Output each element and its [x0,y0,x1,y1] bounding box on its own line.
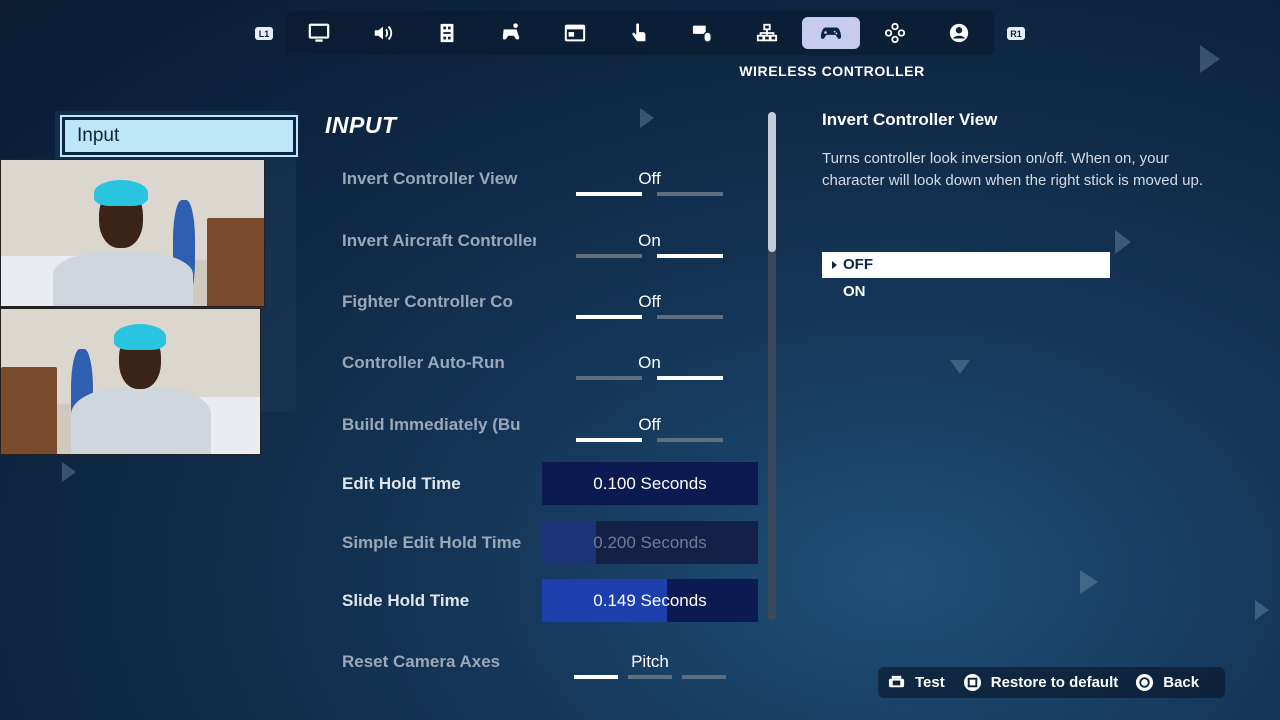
scrollbar-thumb[interactable] [768,112,776,252]
tab-hierarchy[interactable] [738,17,796,49]
setting-label: Controller Auto-Run [342,353,505,372]
background-shape [950,360,970,374]
tab-accessibility[interactable] [418,17,476,49]
tab-video[interactable] [290,17,348,49]
back-button[interactable]: Back [1135,673,1199,692]
background-shape [62,462,76,482]
option-on[interactable]: ON [822,279,1110,305]
circle-button-icon [1135,673,1154,692]
touch-icon [632,23,646,42]
r1-bumper-hint[interactable]: R1 [1007,27,1025,40]
multi-option-segment [574,675,618,679]
controller-touch-icon [502,23,520,40]
toggle-on-segment [657,254,723,258]
toggle-value[interactable]: Off [576,292,723,312]
background-shape [1200,45,1220,73]
multi-option-segment [682,675,726,679]
toggle-off-segment [576,438,642,442]
slider-value: 0.100 Seconds [593,473,707,493]
restore-default-button[interactable]: Restore to default [963,673,1119,692]
keyboard-mouse-icon [692,25,712,43]
back-label: Back [1163,674,1200,691]
dpad-icon [884,22,906,44]
tab-touch[interactable] [610,17,668,49]
accessibility-icon [440,23,454,43]
setting-label: Invert Controller View [342,169,518,188]
webcam-feed-top [0,159,265,307]
toggle-on-segment [657,438,723,442]
option-on-label: ON [843,283,866,300]
background-shape [1255,600,1269,620]
setting-label: Invert Aircraft Controller [342,231,536,250]
multi-option-value[interactable]: Pitch [574,652,726,672]
speaker-icon [374,25,393,41]
background-shape [1115,230,1131,254]
toggle-off-segment [576,376,642,380]
account-icon [949,23,969,43]
toggle-on-segment [657,315,723,319]
hierarchy-icon [756,23,778,42]
toggle-on-segment [657,192,723,196]
toggle-off-segment [576,315,642,319]
window-icon [564,24,586,42]
restore-default-label: Restore to default [990,674,1119,691]
settings-tab-bar [286,11,994,55]
toggle-value[interactable]: Off [576,415,723,435]
tab-keyboard-mouse[interactable] [674,17,732,49]
hold-time-slider[interactable]: 0.100 Seconds [542,462,758,505]
test-label: Test [915,674,945,691]
slider-value: 0.149 Seconds [593,590,707,610]
setting-label: Slide Hold Time [342,591,470,610]
background-shape [1080,570,1098,594]
setting-label: Reset Camera Axes [342,652,501,671]
toggle-off-segment [576,254,642,258]
option-off-label: OFF [843,256,873,273]
tab-audio[interactable] [354,17,412,49]
gamepad-icon [820,27,842,39]
setting-label: Edit Hold Time [342,474,461,493]
webcam-feed-bottom [0,308,261,455]
hold-time-slider[interactable]: 0.149 Seconds [542,579,758,622]
active-tab-title: WIRELESS CONTROLLER [739,63,925,79]
square-button-icon [963,673,982,692]
toggle-off-segment [576,192,642,196]
hold-time-slider[interactable]: 0.200 Seconds [542,521,758,564]
l1-bumper-hint[interactable]: L1 [255,27,273,40]
multi-option-segment [628,675,672,679]
caret-right-icon [832,261,837,269]
monitor-icon [308,23,330,42]
detail-title: Invert Controller View [822,110,998,129]
toggle-value[interactable]: Off [576,169,723,189]
toggle-value[interactable]: On [576,353,723,373]
tab-account[interactable] [930,17,988,49]
test-button[interactable]: Test [887,673,945,692]
setting-label: Build Immediately (Bu [342,415,521,434]
category-item-input[interactable]: Input [60,115,298,157]
tab-controls[interactable] [482,17,540,49]
setting-label: Simple Edit Hold Time [342,533,522,552]
tab-dpad[interactable] [866,17,924,49]
tab-wireless-controller[interactable] [802,17,860,49]
footer-hints: Test Restore to default Back [878,667,1225,698]
tab-game-ui[interactable] [546,17,604,49]
setting-label: Fighter Controller Co [342,292,513,311]
toggle-value[interactable]: On [576,231,723,251]
touchpad-icon [887,673,906,692]
section-title: INPUT [325,112,397,138]
option-off[interactable]: OFF [822,252,1110,278]
slider-value: 0.200 Seconds [593,532,707,552]
background-shape [640,108,654,128]
toggle-on-segment [657,376,723,380]
detail-description: Turns controller look inversion on/off. … [822,150,1204,189]
